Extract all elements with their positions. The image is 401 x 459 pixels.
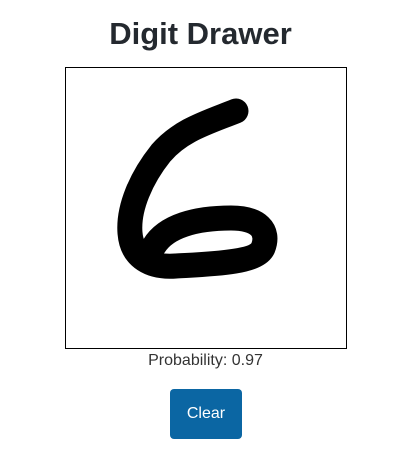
page-title: Digit Drawer bbox=[109, 16, 292, 51]
probability-label: Probability: bbox=[148, 352, 228, 369]
probability-text: Probability: 0.97 bbox=[0, 351, 401, 371]
drawing-canvas[interactable] bbox=[65, 67, 347, 349]
digit-stroke bbox=[117, 98, 278, 279]
clear-button[interactable]: Clear bbox=[170, 389, 242, 439]
probability-value: 0.97 bbox=[231, 352, 263, 369]
